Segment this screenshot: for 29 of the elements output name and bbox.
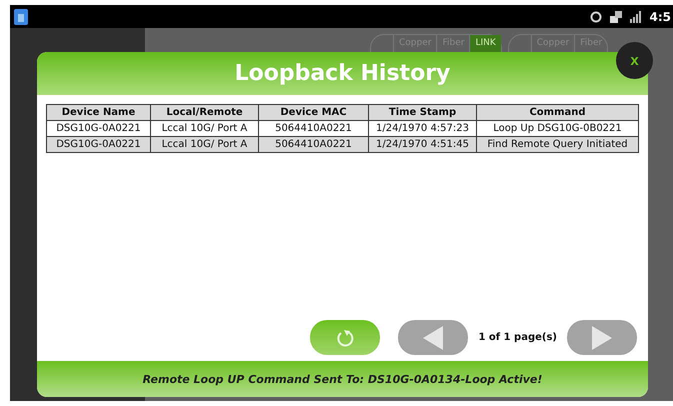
column-header: Time Stamp: [369, 105, 477, 121]
app-icon[interactable]: [14, 8, 28, 24]
status-message: Remote Loop UP Command Sent To: DS10G-0A0134-Loop Active!: [142, 372, 542, 386]
page-count: 1 of 1 page(s): [478, 332, 557, 343]
right-triangle-icon: [592, 326, 612, 350]
table-cell: Loop Up DSG10G-0B0221: [477, 121, 639, 137]
table-cell: 1/24/1970 4:51:45: [369, 137, 477, 153]
column-header: Local/Remote: [151, 105, 259, 121]
table-cell: 1/24/1970 4:57:23: [369, 121, 477, 137]
left-triangle-icon: [423, 326, 444, 350]
previous-page-button[interactable]: [398, 320, 468, 355]
close-button[interactable]: x: [616, 42, 653, 79]
clock-time: 4:5: [650, 10, 671, 24]
refresh-button[interactable]: [310, 320, 380, 355]
table-cell: Lccal 10G/ Port A: [151, 137, 259, 153]
table-cell: 5064410A0221: [259, 121, 369, 137]
column-header: Device MAC: [259, 105, 369, 121]
dialog-title: Loopback History: [234, 61, 450, 86]
column-header: Device Name: [47, 105, 151, 121]
signal-icon: [630, 10, 642, 22]
table-cell: DSG10G-0A0221: [47, 137, 151, 153]
network-icon: [610, 10, 622, 22]
next-page-button[interactable]: [567, 320, 637, 355]
table-cell: 5064410A0221: [259, 137, 369, 153]
table-cell: Lccal 10G/ Port A: [151, 121, 259, 137]
table-cell: DSG10G-0A0221: [47, 121, 151, 137]
refresh-icon: [335, 328, 356, 348]
table-cell: Find Remote Query Initiated: [477, 137, 639, 153]
column-header: Command: [477, 105, 639, 121]
